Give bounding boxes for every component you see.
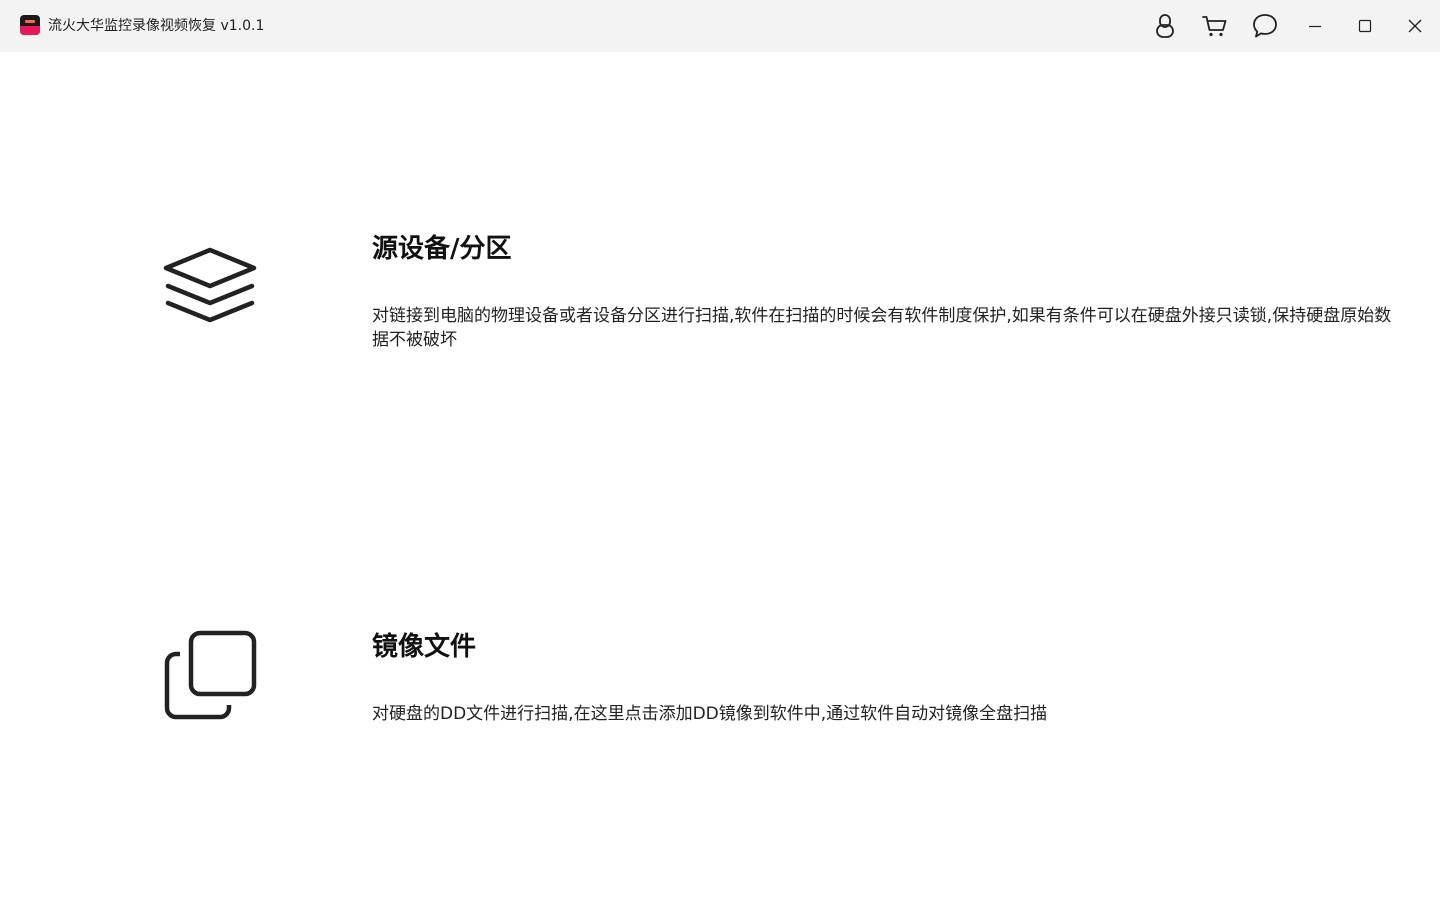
minimize-button[interactable] (1299, 10, 1331, 42)
chat-button[interactable] (1249, 10, 1281, 42)
option-title: 镜像文件 (372, 632, 477, 662)
option-description: 对链接到电脑的物理设备或者设备分区进行扫描,软件在扫描的时候会有软件制度保护,如… (372, 306, 1392, 350)
option-description: 对硬盘的DD文件进行扫描,在这里点击添加DD镜像到软件中,通过软件自动对镜像全盘… (372, 704, 1048, 724)
maximize-icon (1358, 19, 1372, 33)
source-device-option[interactable]: 源设备/分区 对链接到电脑的物理设备或者设备分区进行扫描,软件在扫描的时候会有软… (0, 230, 1440, 360)
app-logo-icon (20, 15, 40, 35)
close-button[interactable] (1399, 10, 1431, 42)
option-title: 源设备/分区 (372, 234, 512, 264)
maximize-button[interactable] (1349, 10, 1381, 42)
chat-icon (1253, 14, 1277, 38)
close-icon (1408, 19, 1422, 33)
layers-icon (162, 246, 258, 336)
window-title: 流火大华监控录像视频恢复 v1.0.1 (48, 18, 265, 34)
image-file-option[interactable]: 镜像文件 对硬盘的DD文件进行扫描,在这里点击添加DD镜像到软件中,通过软件自动… (0, 628, 1440, 728)
title-bar: 流火大华监控录像视频恢复 v1.0.1 (0, 0, 1440, 52)
cart-button[interactable] (1199, 10, 1231, 42)
copy-image-icon (162, 628, 260, 726)
minimize-icon (1309, 25, 1321, 28)
account-button[interactable] (1149, 10, 1181, 42)
account-icon (1156, 14, 1174, 38)
cart-icon (1202, 16, 1227, 37)
